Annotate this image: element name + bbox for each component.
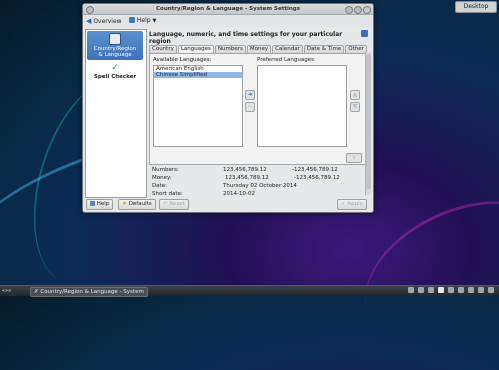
maximize-icon[interactable] — [354, 6, 362, 14]
help-menu-button[interactable]: Help ▼ — [129, 16, 156, 26]
sidebar-item-country-region-language[interactable]: Country/Region & Language — [87, 31, 143, 60]
vertical-scrollbar[interactable] — [365, 52, 371, 195]
short-date-label: Short date: — [152, 191, 183, 197]
overview-button[interactable]: ◀ Overview — [86, 16, 122, 26]
install-button[interactable]: ∨ — [346, 153, 362, 163]
globe-flag-icon — [109, 33, 121, 45]
defaults-button-label: Defaults — [128, 201, 152, 207]
date-label: Date: — [152, 183, 167, 189]
help-button[interactable]: Help — [86, 199, 114, 210]
tray-network-icon[interactable] — [408, 287, 414, 293]
money-positive: 123,456,789.12 — [225, 175, 269, 181]
minimize-icon[interactable] — [345, 6, 353, 14]
taskbar: «»« ✗ Country/Region & Language - System — [0, 285, 499, 297]
page-title: Language, numeric, and time settings for… — [149, 31, 343, 45]
languages-panel: Available Languages: American English Ch… — [149, 53, 366, 165]
money-label: Money: — [152, 175, 172, 181]
apply-button-label: Apply — [347, 201, 363, 207]
list-item[interactable]: Chinese Simplified — [154, 72, 242, 78]
overview-label: Overview — [93, 18, 122, 25]
preferred-languages-list[interactable] — [257, 65, 347, 147]
help-icon — [129, 17, 135, 23]
tray-battery-icon[interactable] — [458, 287, 464, 293]
settings-content: Language, numeric, and time settings for… — [149, 29, 371, 197]
desktop-button[interactable]: Desktop — [455, 1, 497, 13]
tab-country[interactable]: Country — [149, 45, 177, 53]
tab-numbers[interactable]: Numbers — [214, 45, 246, 53]
available-languages-list[interactable]: American English Chinese Simplified — [153, 65, 243, 147]
short-date-value: 2014-10-02 — [223, 191, 255, 197]
tray-display-icon[interactable] — [448, 287, 454, 293]
tools-icon: ✗ — [34, 289, 39, 295]
tray-home-icon[interactable] — [438, 287, 444, 293]
apply-check-icon: ✓ — [341, 201, 346, 207]
arrow-right-icon: ➜ — [247, 91, 253, 98]
application-launcher[interactable]: «»« — [2, 287, 11, 295]
chevron-down-icon: ▼ — [152, 18, 157, 24]
arrow-up-icon: ▲ — [352, 91, 358, 98]
settings-module-icon — [361, 30, 368, 37]
module-sidebar: Country/Region & Language ✓ Spell Checke… — [85, 29, 147, 198]
system-settings-window: Country/Region & Language - System Setti… — [82, 3, 374, 213]
numbers-negative: -123,456,789.12 — [292, 167, 338, 173]
tray-updates-icon[interactable] — [428, 287, 434, 293]
window-title: Country/Region & Language - System Setti… — [156, 6, 300, 12]
close-icon[interactable] — [363, 6, 371, 14]
reset-button[interactable]: ↶ Reset — [159, 199, 189, 210]
help-button-label: Help — [96, 201, 110, 207]
show-desktop-icon[interactable] — [488, 287, 494, 293]
help-label: Help — [136, 17, 151, 24]
toolbar: ◀ Overview Help ▼ — [83, 15, 373, 27]
tray-volume-icon[interactable] — [418, 287, 424, 293]
add-language-button[interactable]: ➜ — [245, 90, 255, 100]
apply-button[interactable]: ✓ Apply — [337, 199, 367, 210]
abc-check-icon: ✓ — [111, 63, 119, 73]
reset-button-label: Reset — [169, 201, 185, 207]
date-value: Thursday 02 October 2014 — [223, 183, 297, 189]
tab-date-time[interactable]: Date & Time — [303, 45, 345, 53]
money-negative: -123,456,789.12 — [294, 175, 340, 181]
scrollbar-thumb[interactable] — [366, 54, 371, 189]
preferred-languages-label: Preferred Languages: — [257, 57, 316, 63]
help-book-icon — [90, 201, 95, 206]
title-bar[interactable]: Country/Region & Language - System Setti… — [83, 4, 373, 15]
tab-money[interactable]: Money — [246, 45, 272, 53]
numbers-positive: 123,456,789.12 — [223, 167, 267, 173]
tab-calendar[interactable]: Calendar — [272, 45, 303, 53]
numbers-label: Numbers: — [152, 167, 179, 173]
move-down-button[interactable]: ▼ — [350, 102, 360, 112]
tab-other[interactable]: Other — [345, 45, 367, 53]
remove-language-button[interactable]: ⇦ — [245, 102, 255, 112]
defaults-icon: ★ — [122, 201, 127, 207]
defaults-button[interactable]: ★ Defaults — [118, 199, 156, 210]
arrow-left-icon: ⇦ — [247, 103, 253, 110]
tray-clock-icon[interactable] — [468, 287, 474, 293]
sidebar-item-label: Spell Checker — [93, 74, 137, 80]
arrow-down-icon: ▼ — [352, 103, 358, 110]
taskbar-task-system-settings[interactable]: ✗ Country/Region & Language - System — [30, 287, 148, 297]
tab-languages[interactable]: Languages — [177, 45, 214, 53]
task-label: Country/Region & Language - System — [40, 289, 144, 295]
tray-expand-icon[interactable] — [478, 287, 484, 293]
back-arrow-icon: ◀ — [86, 17, 92, 25]
available-languages-label: Available Languages: — [153, 57, 212, 63]
sidebar-item-spell-checker[interactable]: ✓ Spell Checker — [86, 61, 144, 80]
sidebar-item-label: & Language — [98, 52, 132, 58]
install-icon: ∨ — [351, 154, 357, 161]
button-bar: Help ★ Defaults ↶ Reset ✓ Apply — [83, 198, 373, 211]
move-up-button[interactable]: ▲ — [350, 90, 360, 100]
undo-icon: ↶ — [163, 201, 168, 207]
tab-bar: Country Languages Numbers Money Calendar… — [149, 45, 368, 53]
